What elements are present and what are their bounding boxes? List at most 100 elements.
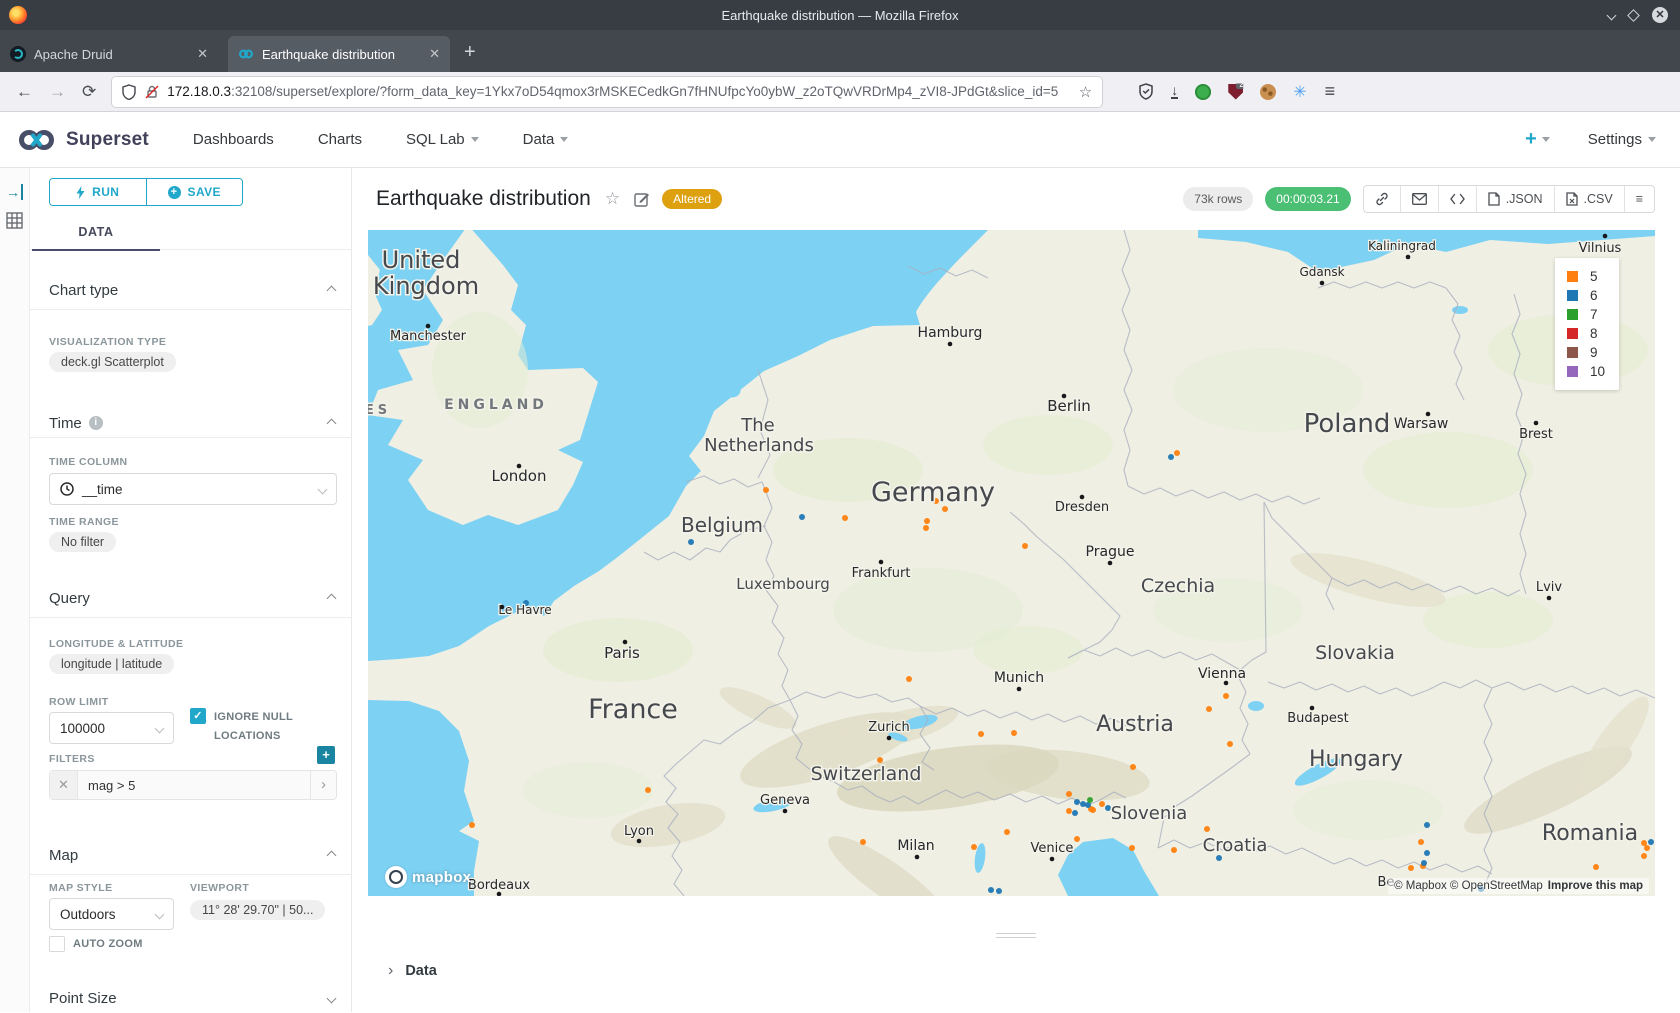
mapbox-logo[interactable]: mapbox [385, 866, 471, 888]
collapsed-datasource-rail: → [0, 168, 30, 1012]
legend-item: 6 [1567, 286, 1605, 305]
filter-chip[interactable]: ✕ mag > 5 › [49, 770, 337, 800]
tab-apache-druid[interactable]: Apache Druid ✕ [0, 36, 218, 72]
chart-menu-button[interactable]: ≡ [1624, 186, 1654, 212]
section-chart-type[interactable]: Chart type [49, 275, 335, 305]
nav-charts[interactable]: Charts [318, 131, 362, 148]
improve-map-link[interactable]: Improve this map [1548, 880, 1643, 892]
window-maximize-icon[interactable] [1627, 9, 1640, 22]
svg-text:Hungary: Hungary [1309, 747, 1403, 772]
extension-green-icon[interactable] [1195, 84, 1211, 100]
chevron-up-icon [327, 285, 337, 295]
viz-type-value[interactable]: deck.gl Scatterplot [49, 352, 176, 372]
svg-text:Luxembourg: Luxembourg [736, 575, 830, 593]
section-map[interactable]: Map [49, 840, 335, 870]
viz-type-label: VISUALIZATION TYPE [49, 336, 166, 348]
svg-text:Kingdom: Kingdom [373, 272, 479, 300]
superset-infinity-icon [16, 127, 58, 153]
chevron-up-icon [327, 418, 337, 428]
export-csv-button[interactable]: .CSV [1554, 186, 1624, 212]
remove-filter-icon[interactable]: ✕ [50, 771, 78, 799]
superset-logo[interactable]: Superset [16, 127, 149, 153]
data-panel-label: Data [405, 963, 436, 979]
filter-expand-icon[interactable]: › [310, 771, 336, 799]
tab-data[interactable]: DATA [32, 214, 160, 251]
svg-text:Munich: Munich [994, 670, 1044, 686]
export-json-button[interactable]: .JSON [1476, 186, 1554, 212]
back-button[interactable]: ← [16, 82, 33, 102]
checkbox-checked-icon[interactable]: ✓ [190, 708, 206, 724]
legend-item: 9 [1567, 343, 1605, 362]
window-close-icon[interactable]: ✕ [1652, 7, 1668, 23]
deckgl-map[interactable]: UnitedKingdomENGLANDESFranceGermanyPolan… [368, 230, 1655, 896]
time-range-value[interactable]: No filter [49, 532, 116, 552]
row-limit-select[interactable]: 100000 [49, 712, 174, 744]
url-host: 172.18.0.3 [167, 84, 231, 99]
url-path: :32108/superset/explore/?form_data_key=1… [231, 84, 1071, 99]
save-button[interactable]: + SAVE [146, 179, 243, 205]
auto-zoom-checkbox[interactable]: AUTO ZOOM [49, 936, 143, 952]
chevron-down-icon [155, 909, 165, 919]
forward-button[interactable]: → [49, 82, 66, 102]
time-column-select[interactable]: __time [49, 473, 337, 505]
svg-text:Slovenia: Slovenia [1111, 803, 1188, 824]
svg-text:Bordeaux: Bordeaux [468, 878, 530, 893]
pocket-shield-icon[interactable] [1138, 83, 1154, 100]
map-style-select[interactable]: Outdoors [49, 898, 174, 930]
tab-earthquake-distribution[interactable]: Earthquake distribution ✕ [228, 36, 450, 72]
copy-link-button[interactable] [1364, 186, 1400, 212]
row-count-badge: 73k rows [1183, 187, 1253, 211]
svg-text:London: London [492, 467, 547, 485]
nav-sql-lab[interactable]: SQL Lab [406, 131, 479, 148]
save-plus-icon: + [168, 186, 181, 199]
settings-menu[interactable]: Settings [1588, 131, 1656, 148]
nav-dashboards[interactable]: Dashboards [193, 131, 274, 148]
insecure-lock-icon[interactable] [145, 84, 159, 100]
downloads-icon[interactable]: ↓ [1171, 84, 1178, 99]
add-filter-button[interactable]: + [317, 746, 335, 764]
svg-text:Gdansk: Gdansk [1299, 265, 1344, 279]
bookmark-star-icon[interactable]: ☆ [1079, 83, 1092, 101]
section-point-size[interactable]: Point Size [49, 983, 335, 1013]
attribution-text[interactable]: © Mapbox © OpenStreetMap [1394, 880, 1543, 892]
svg-text:Paris: Paris [604, 644, 640, 662]
reload-button[interactable]: ⟳ [82, 82, 96, 102]
ublock-origin-icon[interactable]: 2 [1228, 84, 1243, 100]
checkbox-unchecked-icon[interactable] [49, 936, 65, 952]
data-panel-toggle[interactable]: › Data [352, 950, 1680, 992]
dataset-grid-icon[interactable] [6, 212, 23, 229]
tab-close-icon[interactable]: ✕ [197, 46, 208, 62]
chevron-right-icon: › [388, 962, 393, 980]
edit-properties-icon[interactable] [634, 191, 650, 207]
new-tab-button[interactable]: + [464, 41, 476, 64]
export-toolbar: .JSON .CSV ≡ [1363, 185, 1655, 213]
run-button[interactable]: RUN [50, 179, 146, 205]
new-item-button[interactable]: + [1525, 128, 1550, 151]
section-query[interactable]: Query [49, 583, 335, 613]
viewport-label: VIEWPORT [190, 882, 249, 894]
url-field[interactable]: 172.18.0.3:32108/superset/explore/?form_… [112, 77, 1102, 107]
svg-text:United: United [382, 246, 461, 274]
section-time[interactable]: Time i [49, 408, 335, 438]
resize-handle[interactable] [996, 930, 1036, 941]
nav-data[interactable]: Data [523, 131, 569, 148]
magnitude-legend: 5678910 [1555, 258, 1619, 390]
ignore-null-checkbox[interactable]: ✓ IGNORE NULL LOCATIONS [190, 708, 330, 745]
extension-pinwheel-icon[interactable]: ✳ [1293, 82, 1306, 102]
embed-code-button[interactable] [1438, 186, 1476, 212]
svg-text:Austria: Austria [1096, 712, 1174, 737]
email-button[interactable] [1400, 186, 1438, 212]
svg-text:Berlin: Berlin [1047, 397, 1091, 415]
legend-item: 7 [1567, 305, 1605, 324]
cookie-extension-icon[interactable] [1260, 84, 1276, 100]
window-minimize-icon[interactable] [1607, 10, 1617, 20]
ublock-badge: 2 [1236, 79, 1247, 89]
superset-navbar: Superset Dashboards Charts SQL Lab Data … [0, 112, 1680, 168]
favorite-star-icon[interactable]: ☆ [605, 189, 620, 209]
tab-close-icon[interactable]: ✕ [429, 46, 440, 62]
viewport-value[interactable]: 11° 28' 29.70" | 50... [190, 900, 325, 920]
lonlat-value[interactable]: longitude | latitude [49, 654, 174, 674]
browser-menu-icon[interactable]: ≡ [1325, 81, 1336, 102]
expand-panel-icon[interactable]: → [6, 184, 23, 200]
tracking-protection-shield-icon[interactable] [122, 84, 136, 100]
